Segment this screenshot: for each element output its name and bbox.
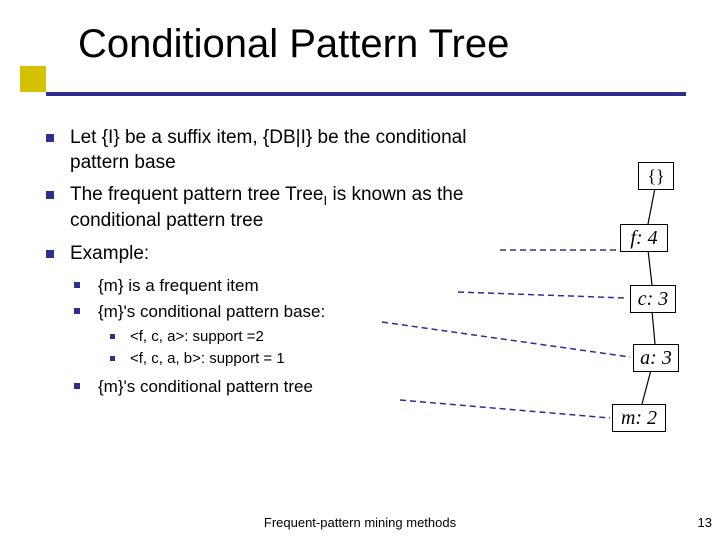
sub-bullet-1-text: {m} is a frequent item bbox=[98, 276, 259, 295]
slide-title: Conditional Pattern Tree bbox=[78, 22, 509, 67]
page-number: 13 bbox=[698, 515, 712, 530]
bullet-3: Example: bbox=[46, 242, 496, 267]
sub-bullet-3-text: {m}'s conditional pattern tree bbox=[98, 377, 313, 396]
tree-node-root: {} bbox=[638, 162, 674, 190]
slide: Conditional Pattern Tree Let {I} be a su… bbox=[0, 0, 720, 540]
sub-bullet-1: {m} is a frequent item bbox=[74, 275, 496, 297]
sub-bullet-3: {m}'s conditional pattern tree bbox=[74, 376, 496, 398]
bullet-3-text: Example: bbox=[70, 243, 149, 264]
subsub-bullet-1: <f, c, a>: support =2 bbox=[110, 327, 496, 347]
subsub-bullet-2-text: <f, c, a, b>: support = 1 bbox=[130, 350, 285, 367]
footer-text: Frequent-pattern mining methods bbox=[0, 515, 720, 530]
tree-node-f: f: 4 bbox=[620, 224, 668, 252]
sub-bullet-2-text: {m}'s conditional pattern base: bbox=[98, 302, 325, 321]
bullet-2: The frequent pattern tree TreeI is known… bbox=[46, 183, 496, 234]
tree-node-c: c: 3 bbox=[630, 285, 676, 313]
subsub-bullet-2: <f, c, a, b>: support = 1 bbox=[110, 349, 496, 369]
pattern-tree: {} f: 4 c: 3 a: 3 m: 2 bbox=[500, 140, 700, 460]
sub-bullet-2: {m}'s conditional pattern base: bbox=[74, 301, 496, 323]
tree-node-m: m: 2 bbox=[612, 404, 666, 432]
tree-node-a: a: 3 bbox=[633, 344, 679, 372]
title-underline bbox=[46, 92, 686, 96]
title-accent-square bbox=[20, 66, 46, 92]
bullet-2-text-a: The frequent pattern tree Tree bbox=[70, 184, 324, 205]
body-content: Let {I} be a suffix item, {DB|I} be the … bbox=[46, 126, 496, 402]
subsub-bullet-1-text: <f, c, a>: support =2 bbox=[130, 328, 264, 345]
bullet-1-text: Let {I} be a suffix item, {DB|I} be the … bbox=[70, 127, 466, 173]
bullet-1: Let {I} be a suffix item, {DB|I} be the … bbox=[46, 126, 496, 175]
